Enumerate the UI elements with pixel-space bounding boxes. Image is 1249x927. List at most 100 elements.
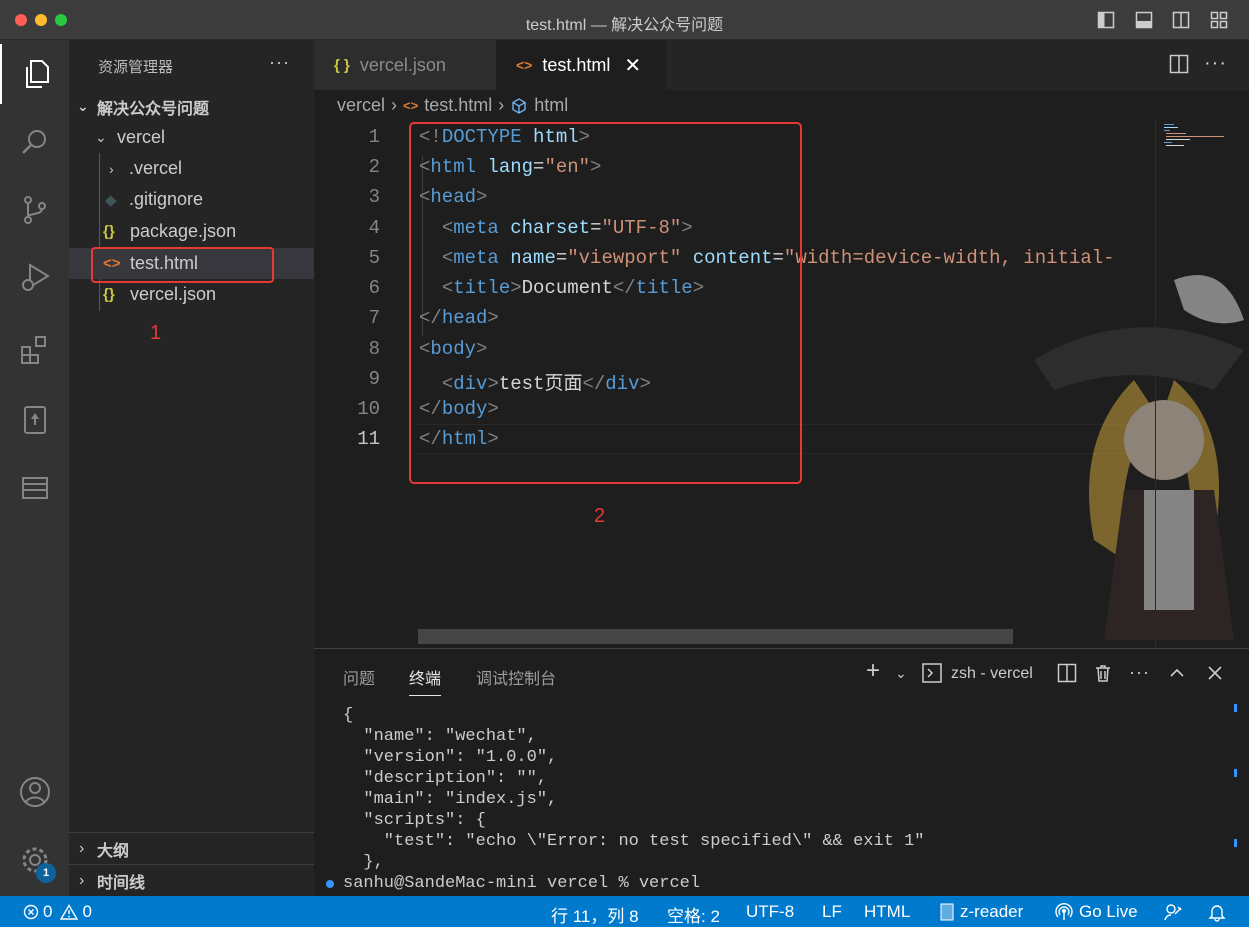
- scrollbar-marker: [1234, 769, 1237, 777]
- minimap-preview: [1164, 124, 1224, 146]
- outline-section[interactable]: › 大纲: [69, 832, 314, 864]
- encoding[interactable]: UTF-8: [746, 902, 794, 922]
- indentation[interactable]: 空格: 2: [667, 902, 720, 927]
- toggle-panel-icon[interactable]: [1135, 11, 1153, 29]
- explorer-icon[interactable]: [0, 44, 69, 104]
- annotation-number-1: 1: [150, 322, 162, 344]
- tab-test-html[interactable]: <> test.html ✕: [496, 40, 666, 90]
- error-count: 0: [43, 902, 53, 921]
- toggle-sidebar-icon[interactable]: [1097, 11, 1115, 29]
- annotation-number-2: 2: [594, 505, 606, 527]
- chevron-down-icon: ⌄: [77, 98, 89, 114]
- book-icon: [940, 903, 954, 921]
- toggle-secondary-sidebar-icon[interactable]: [1172, 11, 1190, 29]
- end-of-line[interactable]: LF: [822, 902, 842, 922]
- annotation-box-1: [91, 247, 274, 283]
- split-terminal-icon[interactable]: [1057, 663, 1077, 683]
- json-file-icon: { }: [334, 56, 350, 74]
- terminal-line: "scripts": {: [343, 811, 486, 830]
- terminal-line: "version": "1.0.0",: [343, 748, 558, 767]
- html-file-icon: <>: [516, 57, 533, 73]
- search-icon[interactable]: [0, 112, 69, 172]
- tree-item-package-json[interactable]: {} package.json: [69, 216, 314, 247]
- source-control-icon[interactable]: [0, 180, 69, 240]
- go-live-button[interactable]: Go Live: [1055, 902, 1138, 922]
- horizontal-scrollbar[interactable]: [418, 629, 1013, 644]
- line-number: 2: [368, 156, 380, 178]
- customize-layout-icon[interactable]: [1210, 11, 1228, 29]
- timeline-label: 时间线: [97, 874, 146, 892]
- timeline-section[interactable]: › 时间线: [69, 864, 314, 896]
- maximize-panel-icon[interactable]: [1169, 665, 1185, 681]
- git-file-icon: ◆: [105, 191, 117, 209]
- line-number: 1: [368, 126, 380, 148]
- feedback-icon[interactable]: [1163, 902, 1183, 922]
- tab-terminal[interactable]: 终端: [409, 665, 442, 696]
- chevron-right-icon: ›: [109, 160, 114, 177]
- tab-problems[interactable]: 问题: [343, 665, 375, 689]
- warning-count: 0: [82, 902, 92, 921]
- remote-explorer-icon[interactable]: [0, 458, 69, 518]
- tab-label: test.html: [542, 54, 611, 75]
- breadcrumb-folder[interactable]: vercel: [337, 95, 385, 116]
- tree-item-dot-vercel[interactable]: › .vercel: [69, 153, 314, 184]
- tree-item-label: .gitignore: [129, 189, 204, 209]
- tree-item-label: vercel.json: [130, 284, 217, 304]
- line-number: 10: [357, 398, 380, 420]
- terminal-name[interactable]: zsh - vercel: [951, 665, 1033, 683]
- cursor-position[interactable]: 行 11，列 8: [551, 902, 639, 927]
- explorer-sidebar: 资源管理器 ··· ⌄ 解决公众号问题 ⌄ vercel › .vercel ◆…: [69, 40, 314, 896]
- go-live-label: Go Live: [1079, 902, 1138, 921]
- editor-more-icon[interactable]: ···: [1204, 52, 1227, 75]
- tree-item-vercel[interactable]: ⌄ vercel: [69, 122, 314, 153]
- editor-tab-bar: { } vercel.json <> test.html ✕ ···: [314, 40, 1249, 90]
- panel-more-icon[interactable]: ···: [1129, 662, 1150, 683]
- notifications-bell-icon[interactable]: [1208, 902, 1226, 922]
- line-number: 9: [368, 368, 380, 390]
- extensions-icon[interactable]: [0, 320, 69, 380]
- line-number: 7: [368, 307, 380, 329]
- symbol-cube-icon: [512, 97, 526, 114]
- terminal-line: "name": "wechat",: [343, 727, 537, 746]
- tab-label: vercel.json: [359, 54, 446, 75]
- new-terminal-icon[interactable]: +: [866, 657, 880, 685]
- breadcrumb-file[interactable]: test.html: [424, 95, 492, 116]
- tree-item-gitignore[interactable]: ◆ .gitignore: [69, 184, 314, 215]
- z-reader-status[interactable]: z-reader: [940, 902, 1023, 922]
- terminal-prompt[interactable]: sanhu@SandeMac-mini vercel % vercel: [343, 874, 700, 893]
- terminal-line: {: [343, 706, 354, 725]
- close-tab-icon[interactable]: ✕: [624, 53, 641, 78]
- chevron-right-icon: ›: [498, 95, 505, 115]
- breadcrumb-symbol[interactable]: html: [534, 95, 568, 116]
- line-number: 5: [368, 247, 380, 269]
- accounts-icon[interactable]: [0, 762, 69, 822]
- terminal-line: "test": "echo \"Error: no test specified…: [343, 832, 925, 851]
- tab-vercel-json[interactable]: { } vercel.json: [314, 40, 496, 90]
- minimap[interactable]: [1155, 120, 1249, 648]
- chevron-right-icon: ›: [79, 839, 85, 857]
- root-folder[interactable]: ⌄ 解决公众号问题: [69, 91, 314, 122]
- trash-icon[interactable]: [1093, 663, 1113, 683]
- annotation-box-2: [409, 122, 802, 484]
- problems-status[interactable]: 0 0: [23, 902, 92, 922]
- settings-gear-icon[interactable]: [0, 830, 69, 890]
- outline-label: 大纲: [97, 842, 130, 860]
- terminal-line: "description": "",: [343, 769, 548, 788]
- z-reader-label: z-reader: [960, 902, 1024, 921]
- more-actions-icon[interactable]: ···: [269, 52, 290, 73]
- close-panel-icon[interactable]: [1207, 665, 1223, 681]
- language-mode[interactable]: HTML: [864, 902, 910, 922]
- settings-badge: 1: [36, 863, 56, 883]
- chevron-down-icon[interactable]: ⌄: [895, 665, 907, 682]
- json-file-icon: {}: [103, 286, 115, 303]
- activity-bar: 1: [0, 40, 69, 896]
- run-debug-icon[interactable]: [0, 248, 69, 308]
- split-editor-icon[interactable]: [1169, 54, 1189, 74]
- window-title: test.html — 解决公众号问题: [525, 17, 724, 34]
- reader-extension-icon[interactable]: [0, 390, 69, 450]
- tab-debug-console[interactable]: 调试控制台: [476, 665, 556, 689]
- tree-item-label: vercel: [117, 127, 166, 147]
- scrollbar-marker: [1234, 704, 1237, 712]
- breadcrumb: vercel › <> test.html › html: [337, 95, 568, 116]
- tree-item-vercel-json[interactable]: {} vercel.json: [69, 279, 314, 310]
